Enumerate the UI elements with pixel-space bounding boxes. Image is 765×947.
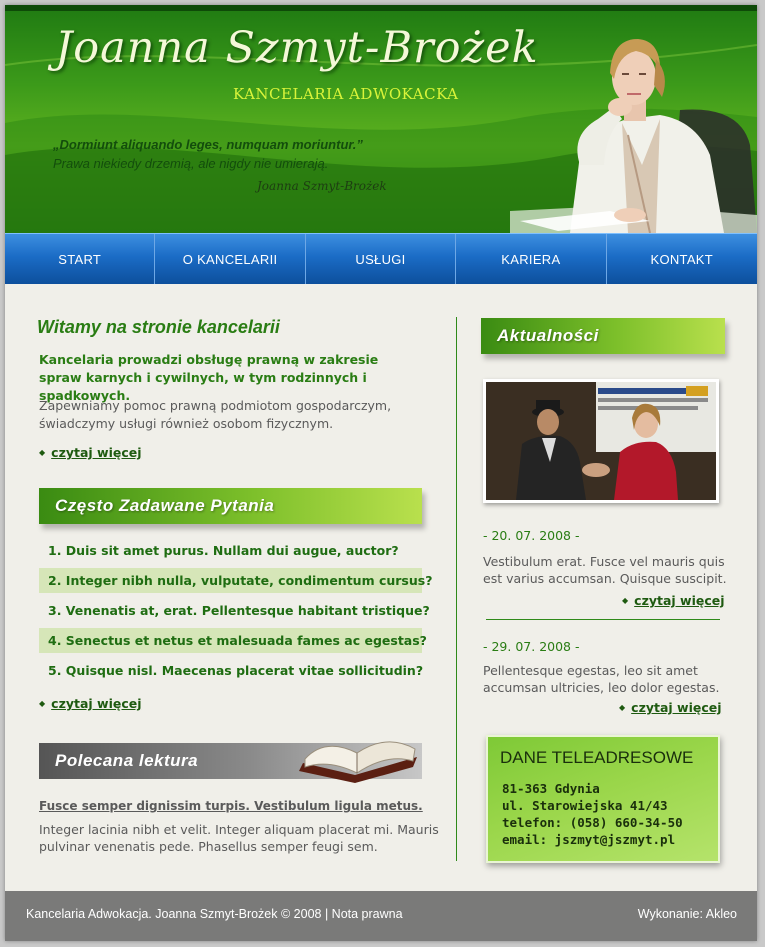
quote-latin: „Dormiunt aliquando leges, numquam moriu… (53, 137, 363, 152)
main-nav: START O KANCELARII USŁUGI KARIERA KONTAK… (5, 233, 757, 284)
reading-link[interactable]: Fusce semper dignissim turpis. Vestibulu… (39, 799, 423, 813)
nav-kontakt[interactable]: KONTAKT (607, 234, 757, 284)
footer: Kancelaria Adwokacja. Joanna Szmyt-Broże… (5, 891, 757, 941)
page: Joanna Szmyt-Brożek KANCELARIA ADWOKACKA… (5, 5, 757, 941)
faq-item[interactable]: 1. Duis sit amet purus. Nullam dui augue… (39, 538, 422, 563)
news-heading: Aktualności (497, 326, 599, 345)
column-divider (456, 317, 457, 861)
nav-start[interactable]: START (5, 234, 156, 284)
faq-heading: Często Zadawane Pytania (55, 496, 275, 515)
news-separator (486, 619, 720, 620)
faq-heading-bar: Często Zadawane Pytania (39, 488, 422, 524)
page-frame: Joanna Szmyt-Brożek KANCELARIA ADWOKACKA… (0, 0, 765, 947)
news-read-more-link[interactable]: ◆ czytaj więcej (622, 593, 725, 608)
lawyer-portrait (510, 39, 757, 233)
site-title: Joanna Szmyt-Brożek (55, 23, 539, 73)
faq-item[interactable]: 3. Venenatis at, erat. Pellentesque habi… (39, 598, 430, 623)
faq-item[interactable]: 5. Quisque nisl. Maecenas placerat vitae… (39, 658, 423, 683)
read-more-label: czytaj więcej (51, 696, 142, 711)
welcome-heading: Witamy na stronie kancelarii (37, 317, 280, 337)
footer-credits: Wykonanie: Akleo (637, 907, 737, 921)
quote-signature: Joanna Szmyt-Brożek (257, 179, 387, 193)
welcome-read-more-link[interactable]: ◆ czytaj więcej (39, 445, 142, 460)
open-book-icon (299, 741, 417, 783)
welcome-intro-text: Zapewniamy pomoc prawną podmiotom gospod… (39, 398, 392, 431)
faq-item[interactable]: 4. Senectus et netus et malesuada fames … (39, 628, 427, 653)
read-more-label: czytaj więcej (631, 700, 722, 715)
news-date: - 20. 07. 2008 - (483, 528, 580, 543)
news-text: Pellentesque egestas, leo sit amet accum… (483, 663, 720, 695)
bullet-icon: ◆ (619, 703, 626, 712)
read-more-label: czytaj więcej (634, 593, 725, 608)
bullet-icon: ◆ (39, 448, 46, 457)
footer-copyright: Kancelaria Adwokacja. Joanna Szmyt-Broże… (26, 907, 403, 921)
bullet-icon: ◆ (622, 596, 629, 605)
contact-phone: telefon: (058) 660-34-50 (502, 815, 683, 830)
reading-heading: Polecana lektura (55, 751, 199, 770)
contact-address-city: 81-363 Gdynia (502, 781, 600, 796)
bullet-icon: ◆ (39, 699, 46, 708)
nav-kariera[interactable]: KARIERA (456, 234, 607, 284)
nav-uslugi[interactable]: USŁUGI (306, 234, 457, 284)
header-banner: Joanna Szmyt-Brożek KANCELARIA ADWOKACKA… (5, 5, 757, 233)
nav-o-kancelarii[interactable]: O KANCELARII (155, 234, 306, 284)
reading-text: Integer lacinia nibh et velit. Integer a… (39, 822, 439, 854)
news-photo (483, 379, 719, 503)
news-text: Vestibulum erat. Fusce vel mauris quis e… (483, 554, 727, 586)
news-read-more-link[interactable]: ◆ czytaj więcej (619, 700, 722, 715)
read-more-label: czytaj więcej (51, 445, 142, 460)
contact-title: DANE TELEADRESOWE (500, 748, 694, 767)
faq-read-more-link[interactable]: ◆ czytaj więcej (39, 696, 142, 711)
news-date: - 29. 07. 2008 - (483, 639, 580, 654)
contact-email[interactable]: email: jszmyt@jszmyt.pl (502, 832, 675, 847)
faq-item[interactable]: 2. Integer nibh nulla, vulputate, condim… (39, 568, 432, 593)
contact-box: DANE TELEADRESOWE 81-363 Gdynia ul. Star… (486, 735, 720, 863)
site-subtitle: KANCELARIA ADWOKACKA (233, 85, 459, 103)
news-heading-bar: Aktualności (481, 318, 725, 354)
quote-polish: Prawa niekiedy drzemią, ale nigdy nie um… (53, 156, 329, 171)
contact-address-street: ul. Starowiejska 41/43 (502, 798, 668, 813)
